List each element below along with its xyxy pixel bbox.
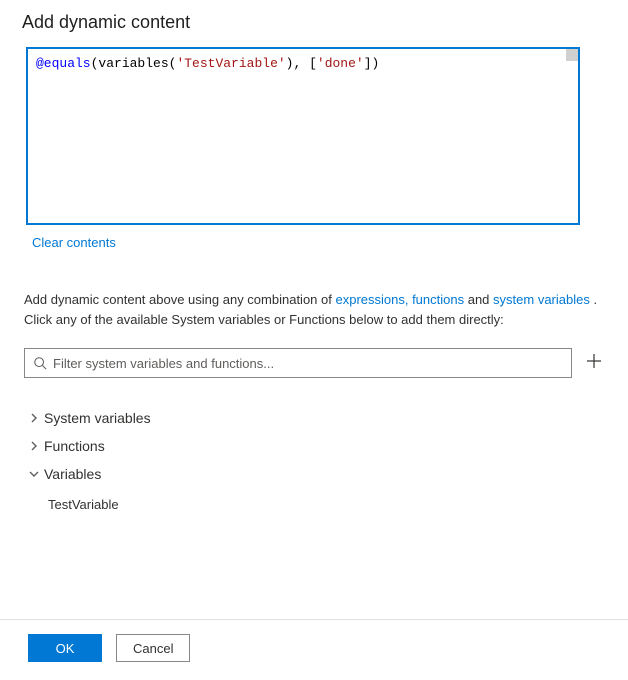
help-pre: Add dynamic content above using any comb…: [24, 292, 335, 307]
tree-item-variables[interactable]: Variables: [24, 460, 608, 488]
help-mid: and: [464, 292, 493, 307]
cancel-button[interactable]: Cancel: [116, 634, 190, 662]
help-text: Add dynamic content above using any comb…: [24, 290, 604, 330]
add-button[interactable]: [582, 351, 606, 375]
tree-label: Variables: [44, 466, 101, 482]
tree-item-system-variables[interactable]: System variables: [24, 404, 608, 432]
plus-icon: [586, 352, 602, 375]
chevron-down-icon: [24, 469, 44, 479]
tree-item-functions[interactable]: Functions: [24, 432, 608, 460]
tree-label: System variables: [44, 410, 151, 426]
expression-text: @equals(variables('TestVariable'), ['don…: [36, 55, 570, 73]
filter-input[interactable]: [53, 356, 563, 371]
clear-contents-link[interactable]: Clear contents: [32, 235, 116, 250]
dialog-footer: OK Cancel: [0, 619, 628, 680]
tree-label: Functions: [44, 438, 105, 454]
search-icon: [33, 356, 47, 370]
page-title: Add dynamic content: [22, 12, 608, 33]
expressions-functions-link[interactable]: expressions, functions: [335, 292, 464, 307]
variable-item-testvariable[interactable]: TestVariable: [48, 490, 608, 518]
chevron-right-icon: [24, 441, 44, 451]
filter-input-container[interactable]: [24, 348, 572, 378]
chevron-right-icon: [24, 413, 44, 423]
system-variables-link[interactable]: system variables: [493, 292, 590, 307]
expression-editor[interactable]: @equals(variables('TestVariable'), ['don…: [26, 47, 580, 225]
editor-scrollbar[interactable]: [566, 49, 578, 61]
ok-button[interactable]: OK: [28, 634, 102, 662]
